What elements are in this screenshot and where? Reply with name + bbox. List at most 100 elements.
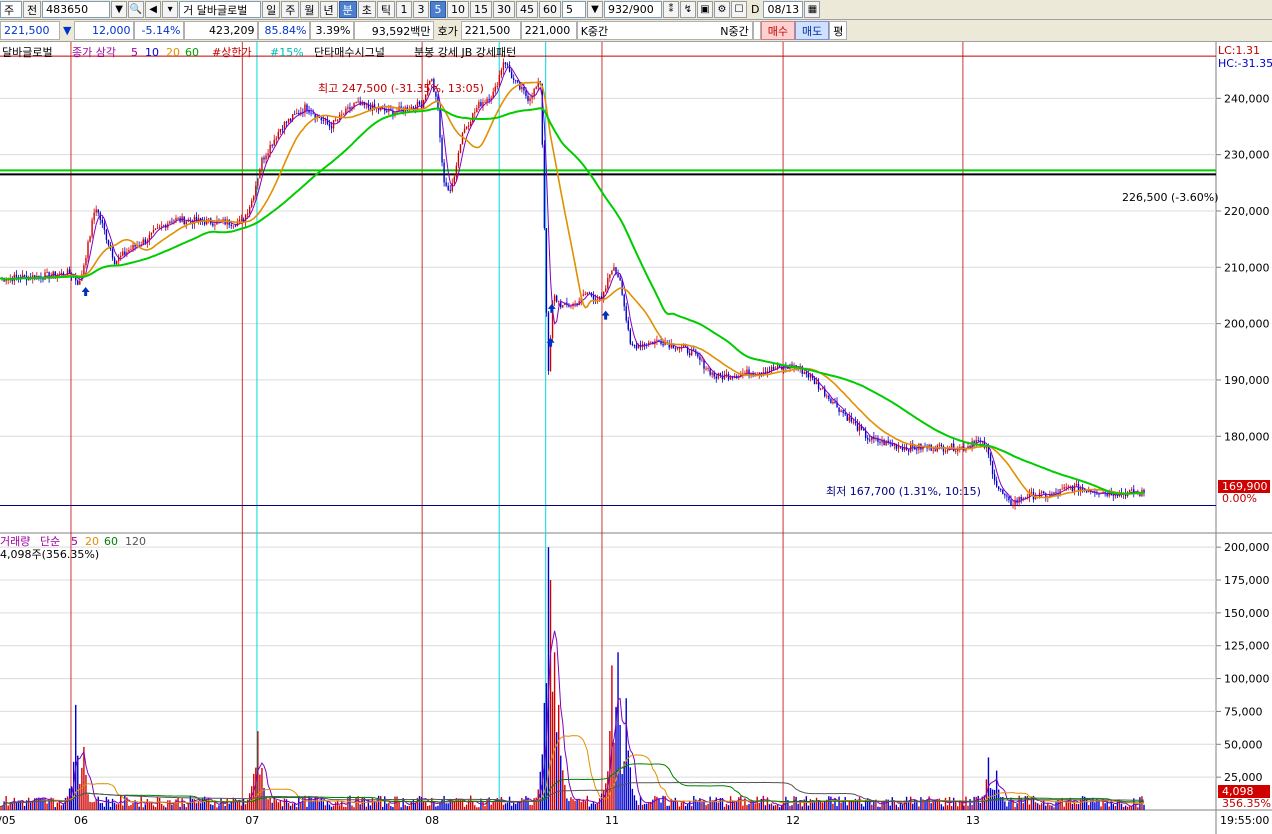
volume-bar	[957, 806, 959, 810]
volume-bar	[29, 802, 32, 810]
candle-body	[472, 113, 474, 123]
period-tick[interactable]: 틱	[376, 1, 395, 18]
calendar-icon[interactable]: ▦	[804, 1, 821, 18]
period-second[interactable]: 초	[357, 1, 376, 18]
volume-bar	[1063, 806, 1065, 810]
sound-dropdown-icon[interactable]: ▾	[162, 1, 179, 18]
candle-body	[840, 410, 842, 412]
volume-bar	[635, 800, 638, 810]
candle-body	[574, 303, 576, 305]
period-week[interactable]: 주	[281, 1, 300, 18]
interval-dropdown-icon[interactable]: ▼	[587, 1, 603, 18]
volume-pane[interactable]	[0, 534, 1216, 810]
chart-area[interactable]: 180,000 190,000 200,000 210,000 220,000 230,0…	[0, 42, 1272, 834]
candle-body	[1008, 496, 1010, 501]
candle-body	[1002, 489, 1004, 495]
period-month[interactable]: 월	[300, 1, 319, 18]
volume-bar	[435, 806, 437, 810]
sound-icon[interactable]: ◀	[145, 1, 162, 18]
date-input[interactable]: 08/13	[763, 1, 804, 18]
volume-bar	[167, 800, 169, 810]
high-annotation: 최고 247,500 (-31.35%, 13:05)	[318, 82, 484, 95]
dropdown-icon[interactable]: ▼	[111, 1, 128, 18]
volume-bar	[598, 798, 601, 810]
volume-bar	[1104, 803, 1106, 810]
interval-15[interactable]: 15	[470, 1, 492, 18]
volume-bar	[1098, 800, 1100, 810]
market-select[interactable]: 주	[0, 1, 22, 18]
interval-60[interactable]: 60	[539, 1, 561, 18]
candle-body	[130, 249, 132, 251]
candle-body	[15, 274, 18, 277]
volume-bar	[185, 807, 187, 810]
candle-body	[87, 241, 89, 258]
ratio1-value: 85.84%	[258, 21, 311, 40]
volume-bar	[326, 801, 329, 810]
tool-icon[interactable]: ↯	[680, 1, 696, 18]
candle-body	[856, 423, 859, 431]
interval-1[interactable]: 1	[396, 1, 412, 18]
interval-10[interactable]: 10	[447, 1, 469, 18]
volume-bar	[1022, 803, 1024, 810]
split-icon[interactable]: ⁑	[663, 1, 679, 18]
volume-bar	[549, 580, 552, 810]
candle-body	[349, 107, 351, 110]
volume-bar	[154, 807, 157, 810]
legend-volume-ma60: 60	[104, 535, 118, 548]
candle-body	[259, 169, 261, 179]
volume-bar	[952, 797, 955, 810]
interval-45[interactable]: 45	[516, 1, 538, 18]
chart-svg[interactable]: 180,000 190,000 200,000 210,000 220,000 230,0…	[0, 42, 1272, 834]
volume-bar	[762, 795, 765, 810]
legend-price-stock: 달바글로벌	[2, 46, 53, 59]
interval-input[interactable]: 5	[562, 1, 586, 18]
candle-body	[813, 378, 816, 385]
period-year[interactable]: 년	[319, 1, 338, 18]
volume-bar	[965, 796, 967, 810]
flat-button[interactable]: 평	[829, 21, 848, 40]
candle-body	[1071, 486, 1074, 491]
save-icon[interactable]: ▣	[697, 1, 713, 18]
stock-name-field[interactable]: 거 달바글로벌	[179, 1, 262, 18]
volume-bar	[1126, 806, 1129, 810]
volume-bar	[971, 804, 973, 810]
period-day[interactable]: 일	[262, 1, 281, 18]
candle-body	[160, 226, 163, 227]
volume-bar	[7, 805, 9, 810]
candle-body	[271, 144, 273, 146]
sell-button[interactable]: 매도	[794, 21, 830, 40]
candle-body	[152, 230, 155, 233]
candle-body	[1116, 495, 1119, 497]
interval-5[interactable]: 5	[430, 1, 446, 18]
candle-body	[306, 104, 308, 111]
volume-bar	[709, 796, 711, 810]
amount-value: 93,592백만	[354, 21, 435, 40]
prev-button[interactable]: 전	[23, 1, 42, 18]
candle-body	[496, 86, 499, 87]
candle-body	[932, 450, 934, 452]
candle-body	[230, 224, 232, 226]
date-checkbox[interactable]: ☐	[731, 1, 747, 18]
volume-bar	[113, 802, 116, 810]
buy-button[interactable]: 매수	[760, 21, 795, 40]
period-minute[interactable]: 분	[338, 1, 357, 18]
gear-icon[interactable]: ⚙	[714, 1, 730, 18]
volume-bar	[774, 805, 777, 810]
volume-bar	[621, 774, 623, 810]
volume-bar	[244, 804, 247, 810]
kn-field[interactable]: K중간 N중간	[576, 21, 753, 40]
volume-bar	[672, 800, 675, 810]
interval-3[interactable]: 3	[413, 1, 429, 18]
candle-body	[287, 118, 290, 123]
volume-bar	[306, 806, 308, 810]
candle-body	[907, 449, 910, 452]
stock-code-input[interactable]: 483650	[42, 1, 111, 18]
search-icon[interactable]: 🔍	[128, 1, 145, 18]
volume-bar	[588, 806, 591, 810]
interval-30[interactable]: 30	[493, 1, 515, 18]
volume-bar	[918, 806, 920, 810]
count-field[interactable]: 932/900	[604, 1, 662, 18]
candle-body	[699, 356, 701, 361]
k-label: K중간	[580, 24, 609, 38]
candle-body	[517, 80, 519, 83]
